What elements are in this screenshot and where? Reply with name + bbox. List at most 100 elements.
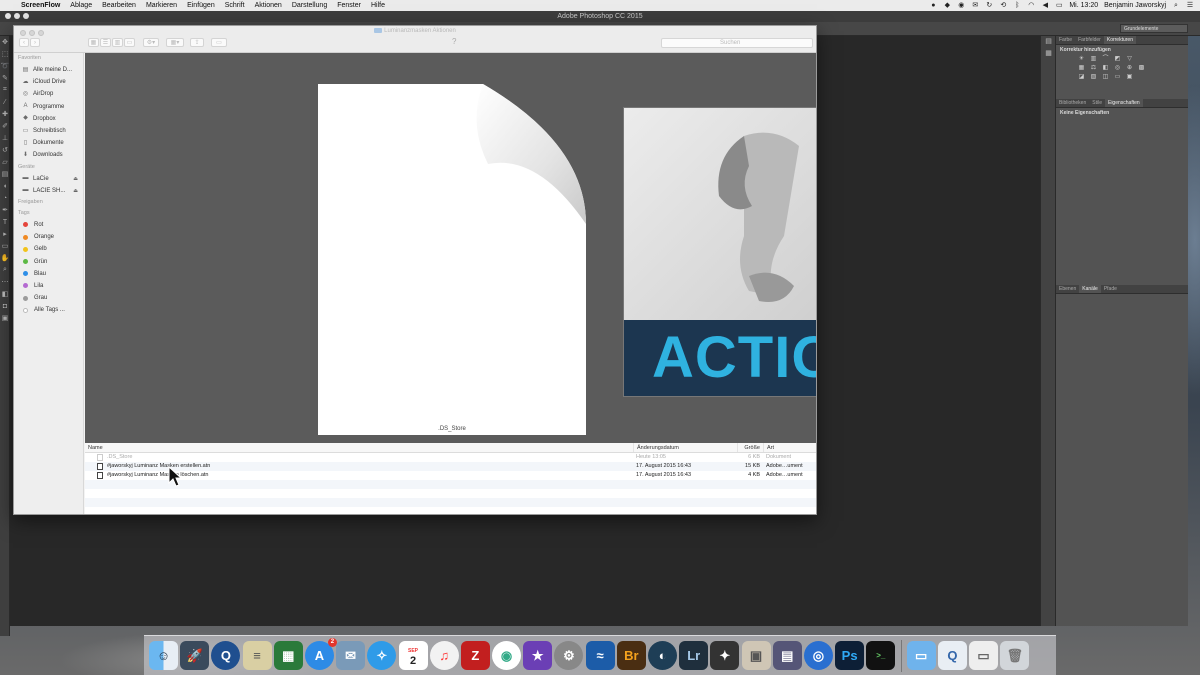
itunes-dock-icon[interactable]: ♫ bbox=[429, 641, 459, 670]
dodge-tool-icon[interactable]: ◔ bbox=[0, 192, 10, 204]
forward-button[interactable]: › bbox=[30, 38, 40, 47]
ps-close-button[interactable] bbox=[5, 13, 11, 19]
sidebar-item-tag[interactable]: Orange bbox=[14, 231, 83, 243]
sidebar-item-airdrop[interactable]: ◎ AirDrop bbox=[14, 88, 83, 100]
tab-farbe[interactable]: Farbe bbox=[1056, 36, 1075, 44]
notification-center-icon[interactable]: ☰ bbox=[1186, 2, 1194, 9]
eraser-tool-icon[interactable]: ▱ bbox=[0, 156, 10, 168]
tab-bibliotheken[interactable]: Bibliotheken bbox=[1056, 99, 1089, 107]
view-coverflow-button[interactable]: ▭ bbox=[124, 38, 135, 47]
menu-markieren[interactable]: Markieren bbox=[141, 2, 182, 9]
finder-dock-icon[interactable]: ☺ bbox=[149, 641, 178, 670]
pen-tool-icon[interactable]: ✒ bbox=[0, 204, 10, 216]
crop-tool-icon[interactable]: ⌗ bbox=[0, 84, 10, 96]
calendar-dock-icon[interactable]: SEP 2 bbox=[398, 641, 428, 670]
mail-status-icon[interactable]: ✉ bbox=[971, 2, 979, 9]
photo-filter-adjustment-icon[interactable]: ◎ bbox=[1114, 65, 1121, 71]
jpeg-file-dock-icon[interactable]: Q bbox=[937, 641, 967, 670]
stamp-tool-icon[interactable]: ⊥ bbox=[0, 132, 10, 144]
blur-tool-icon[interactable]: ◖ bbox=[0, 180, 10, 192]
terminal-dock-icon[interactable]: >_ bbox=[866, 641, 896, 670]
help-icon[interactable]: ? bbox=[452, 37, 456, 46]
lasso-tool-icon[interactable]: ➰ bbox=[0, 60, 10, 72]
quick-select-tool-icon[interactable]: ✎ bbox=[0, 72, 10, 84]
channel-mixer-adjustment-icon[interactable]: ⊕ bbox=[1126, 65, 1133, 71]
curves-adjustment-icon[interactable]: ⌒ bbox=[1102, 56, 1109, 62]
sidebar-item-all-files[interactable]: ▤ Alle meine D... bbox=[14, 64, 83, 76]
quick-mask-icon[interactable]: ◘ bbox=[0, 300, 10, 312]
hand-tool-icon[interactable]: ✋ bbox=[0, 252, 10, 264]
threshold-adjustment-icon[interactable]: ◫ bbox=[1102, 74, 1109, 80]
sidebar-item-lacie[interactable]: ▬ LaCie ⏏ bbox=[14, 173, 83, 185]
quicktime-dock-icon[interactable]: Q bbox=[211, 641, 241, 670]
photoshop-dock-icon[interactable]: Ps bbox=[835, 641, 865, 670]
sidebar-item-icloud[interactable]: ☁ iCloud Drive bbox=[14, 76, 83, 88]
dropbox-status-icon[interactable]: ◆ bbox=[943, 2, 951, 9]
notes-dock-icon[interactable]: ≡ bbox=[242, 641, 272, 670]
arrange-button[interactable]: ▦▾ bbox=[166, 38, 184, 47]
vibrance-adjustment-icon[interactable]: ▽ bbox=[1126, 56, 1133, 62]
folder-dock-icon[interactable]: ▭ bbox=[906, 641, 936, 670]
document-page-icon[interactable] bbox=[318, 84, 586, 435]
ps-zoom-button[interactable] bbox=[23, 13, 29, 19]
color-swatches-icon[interactable]: ◧ bbox=[0, 288, 10, 300]
screen-mode-icon[interactable]: ▣ bbox=[0, 312, 10, 324]
tags-button[interactable]: ▭ bbox=[211, 38, 227, 47]
tab-kanaele[interactable]: Kanäle bbox=[1079, 285, 1101, 293]
sidebar-item-dropbox[interactable]: ◆ Dropbox bbox=[14, 113, 83, 125]
appstore-dock-icon[interactable]: A2 bbox=[304, 638, 337, 670]
column-kind[interactable]: Art bbox=[763, 443, 816, 452]
sidebar-item-tag[interactable]: Grün bbox=[14, 255, 83, 267]
tab-stile[interactable]: Stile bbox=[1089, 99, 1105, 107]
bluetooth-status-icon[interactable]: ᛒ bbox=[1013, 2, 1021, 9]
view-columns-button[interactable]: ▥ bbox=[112, 38, 123, 47]
gradient-map-adjustment-icon[interactable]: ▭ bbox=[1114, 74, 1121, 80]
tab-farbfelder[interactable]: Farbfelder bbox=[1075, 36, 1104, 44]
menu-darstellung[interactable]: Darstellung bbox=[287, 2, 332, 9]
launchpad-dock-icon[interactable]: 🚀 bbox=[180, 641, 210, 670]
color-lookup-adjustment-icon[interactable]: ▩ bbox=[1138, 65, 1145, 71]
menu-einfuegen[interactable]: Einfügen bbox=[182, 2, 220, 9]
column-name[interactable]: Name bbox=[85, 443, 633, 452]
chrome-dock-icon[interactable]: ◉ bbox=[492, 641, 522, 670]
healing-tool-icon[interactable]: ✚ bbox=[0, 108, 10, 120]
table-row[interactable]: #jaworskyj Luminanz Masken löschen.atn 1… bbox=[85, 471, 816, 480]
type-tool-icon[interactable]: T bbox=[0, 216, 10, 228]
more-tools-icon[interactable]: ⋯ bbox=[0, 276, 10, 288]
hue-saturation-adjustment-icon[interactable]: ▦ bbox=[1078, 65, 1085, 71]
history-panel-icon[interactable]: ▤ bbox=[1041, 36, 1056, 48]
view-icons-button[interactable]: ▦ bbox=[88, 38, 99, 47]
color-balance-adjustment-icon[interactable]: ⚖ bbox=[1090, 65, 1097, 71]
sidebar-item-lacie-share[interactable]: ▬ LACIE SH... ⏏ bbox=[14, 185, 83, 197]
system-preferences-dock-icon[interactable]: ⚙ bbox=[554, 641, 584, 670]
invert-adjustment-icon[interactable]: ◪ bbox=[1078, 74, 1085, 80]
final-cut-dock-icon[interactable]: ✦ bbox=[710, 641, 740, 670]
photo-booth-dock-icon[interactable]: ▤ bbox=[772, 641, 802, 670]
menu-hilfe[interactable]: Hilfe bbox=[366, 2, 390, 9]
battery-status-icon[interactable]: ▭ bbox=[1055, 2, 1063, 9]
preview-dock-icon[interactable]: ✉ bbox=[336, 641, 366, 670]
sidebar-item-dokumente[interactable]: ▯ Dokumente bbox=[14, 137, 83, 149]
eject-icon[interactable]: ⏏ bbox=[73, 188, 78, 194]
wifi-status-icon[interactable]: ◠ bbox=[1027, 2, 1035, 9]
info-panel-icon[interactable]: ▦ bbox=[1041, 48, 1056, 60]
imovie-dock-icon[interactable]: ★ bbox=[523, 641, 553, 670]
shape-tool-icon[interactable]: ▭ bbox=[0, 240, 10, 252]
share-button[interactable]: ⇪ bbox=[190, 38, 204, 47]
sidebar-item-tag[interactable]: Rot bbox=[14, 219, 83, 231]
ps-minimize-button[interactable] bbox=[14, 13, 20, 19]
notification-status-icon[interactable]: ◉ bbox=[957, 2, 965, 9]
column-date[interactable]: Änderungsdatum bbox=[633, 443, 737, 452]
eject-icon[interactable]: ⏏ bbox=[73, 176, 78, 182]
screenflow-status-icon[interactable]: ● bbox=[929, 2, 937, 9]
selective-color-adjustment-icon[interactable]: ▣ bbox=[1126, 74, 1133, 80]
timemachine-status-icon[interactable]: ⟲ bbox=[999, 2, 1007, 9]
mail-dock-icon[interactable]: ≈ bbox=[585, 641, 615, 670]
menu-fenster[interactable]: Fenster bbox=[332, 2, 366, 9]
sidebar-item-downloads[interactable]: ⬇ Downloads bbox=[14, 149, 83, 161]
gradient-tool-icon[interactable]: ▤ bbox=[0, 168, 10, 180]
sidebar-item-programme[interactable]: A Programme bbox=[14, 101, 83, 113]
sidebar-item-tag[interactable]: Lila bbox=[14, 280, 83, 292]
image-capture-dock-icon[interactable]: ▣ bbox=[741, 641, 771, 670]
marquee-tool-icon[interactable]: ⬚ bbox=[0, 48, 10, 60]
